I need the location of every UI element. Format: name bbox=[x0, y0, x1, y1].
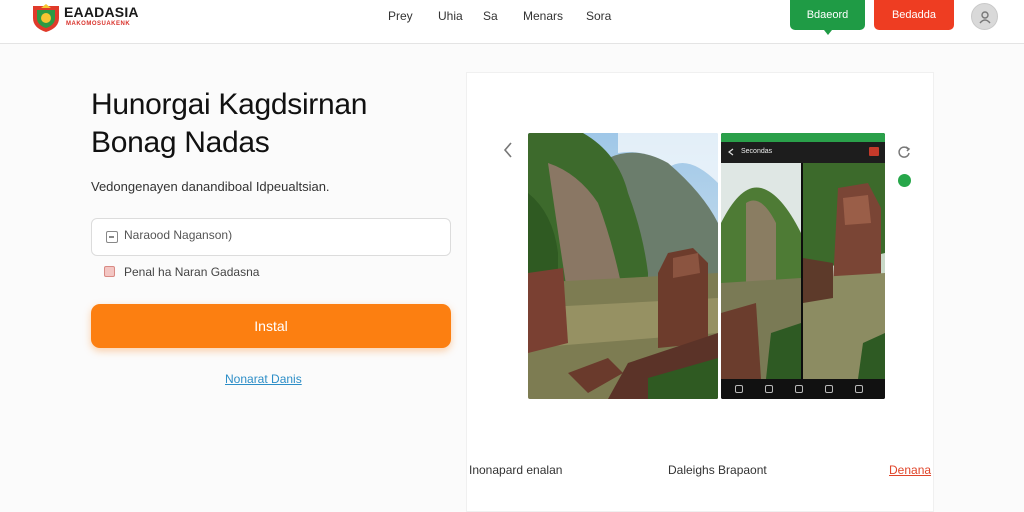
phone-menu-icon[interactable] bbox=[869, 147, 879, 156]
landscape-image[interactable] bbox=[528, 133, 718, 399]
temple-ruin-scene bbox=[803, 163, 885, 379]
phone-nav-share-icon[interactable] bbox=[795, 385, 803, 393]
nav-item-sora[interactable]: Sora bbox=[586, 9, 611, 23]
phone-screenshot[interactable]: Secondas bbox=[721, 133, 885, 399]
nav-item-prey[interactable]: Prey bbox=[388, 9, 413, 23]
brand-tagline: MAKOMOSUAKENK bbox=[66, 21, 131, 27]
phone-nav-bar bbox=[721, 379, 885, 399]
footer-label-mid: Daleighs Brapaont bbox=[668, 463, 767, 477]
card-icon bbox=[106, 231, 118, 243]
phone-image-right[interactable] bbox=[803, 163, 885, 379]
brand-name[interactable]: EAADASIA bbox=[64, 4, 139, 20]
logo-shield-icon[interactable] bbox=[30, 3, 62, 33]
refresh-icon[interactable] bbox=[896, 144, 912, 160]
search-field[interactable] bbox=[91, 218, 451, 256]
nav-item-uhia[interactable]: Uhia bbox=[438, 9, 463, 23]
river-temple-scene bbox=[528, 133, 718, 399]
title-line-1: Hunorgai Kagdsirnan bbox=[91, 88, 368, 121]
phone-nav-more-icon[interactable] bbox=[855, 385, 863, 393]
user-avatar-icon[interactable] bbox=[971, 3, 998, 30]
phone-image-left[interactable] bbox=[721, 163, 801, 379]
footer-label-left: Inonapard enalan bbox=[469, 463, 563, 477]
title-line-2: Bonag Nadas bbox=[91, 126, 270, 159]
phone-title: Secondas bbox=[741, 148, 773, 155]
phone-nav-home-icon[interactable] bbox=[765, 385, 773, 393]
phone-app-bar: Secondas bbox=[721, 142, 885, 163]
nav-item-sa[interactable]: Sa bbox=[483, 9, 498, 23]
phone-status-bar bbox=[721, 133, 885, 142]
chevron-left-icon[interactable] bbox=[502, 141, 514, 159]
phone-nav-back-icon[interactable] bbox=[735, 385, 743, 393]
consent-checkbox[interactable] bbox=[104, 266, 115, 277]
page: EAADASIA MAKOMOSUAKENK Prey Uhia Sa Mena… bbox=[0, 0, 1024, 512]
mountain-river-scene bbox=[721, 163, 801, 379]
top-header: EAADASIA MAKOMOSUAKENK Prey Uhia Sa Mena… bbox=[0, 0, 1024, 44]
page-title: Hunorgai Kagdsirnan Bonag Nadas bbox=[91, 86, 411, 162]
consent-label: Penal ha Naran Gadasna bbox=[124, 265, 260, 279]
name-input[interactable] bbox=[124, 228, 424, 242]
back-arrow-icon[interactable] bbox=[727, 148, 735, 156]
green-dot-icon[interactable] bbox=[898, 174, 911, 187]
red-action-button[interactable]: Bedadda bbox=[874, 0, 954, 30]
secondary-link[interactable]: Nonarat Danis bbox=[225, 372, 302, 386]
install-button[interactable]: Instal bbox=[91, 304, 451, 348]
hero-subtitle: Vedongenayen danandiboal Idpeualtsian. bbox=[91, 179, 330, 194]
green-action-button[interactable]: Bdaeord bbox=[790, 0, 865, 35]
footer-link[interactable]: Denana bbox=[889, 463, 931, 477]
phone-nav-edit-icon[interactable] bbox=[825, 385, 833, 393]
user-glyph-icon bbox=[978, 10, 991, 23]
nav-item-menars[interactable]: Menars bbox=[523, 9, 563, 23]
